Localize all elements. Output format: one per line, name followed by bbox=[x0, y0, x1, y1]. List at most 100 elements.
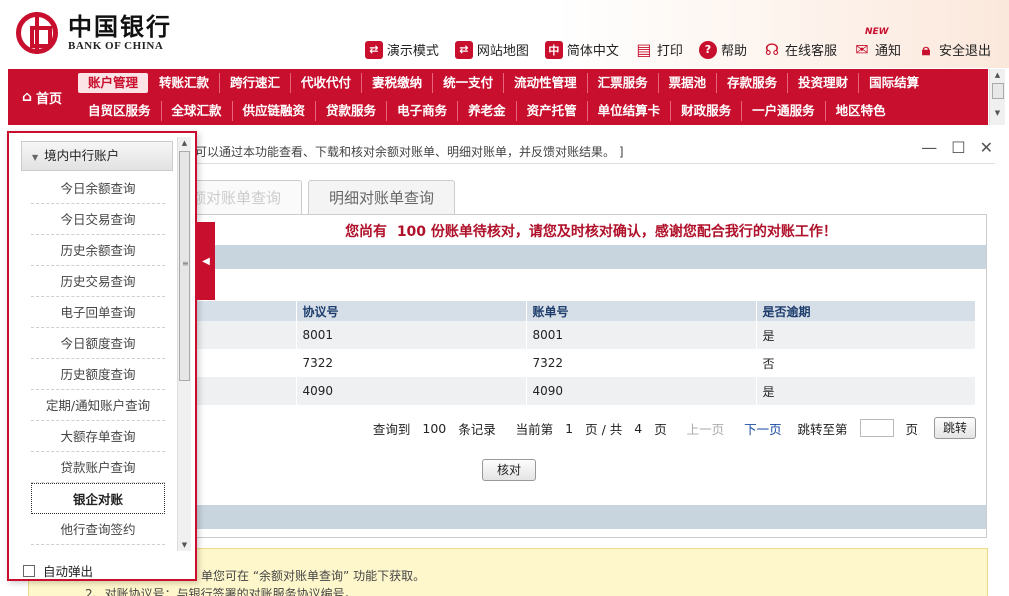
menu-item-bank-enterprise-reconciliation[interactable]: 银企对账 bbox=[31, 483, 165, 514]
record-count: 100 bbox=[422, 420, 447, 436]
menu-item[interactable]: 历史余额查询 bbox=[31, 235, 165, 266]
scroll-thumb[interactable]: ≡ bbox=[179, 151, 190, 381]
menu-item[interactable]: 电子回单查询 bbox=[31, 297, 165, 328]
nav-item[interactable]: 统一支付 bbox=[433, 73, 505, 93]
notice-link[interactable]: NEW ✉ 通知 bbox=[853, 27, 901, 59]
nav-item[interactable]: 跨行速汇 bbox=[220, 73, 292, 93]
info-line: 可以通过本功能查看、下载和核对余额对账单、明细对账单，并反馈对账结果。 ] bbox=[195, 140, 995, 164]
nav-item[interactable]: 供应链融资 bbox=[233, 101, 317, 121]
table-row[interactable]: 7322 7322 否 bbox=[196, 349, 976, 377]
sitemap-link[interactable]: ⇄ 网站地图 bbox=[454, 40, 529, 59]
nav-item[interactable]: 票据池 bbox=[659, 73, 718, 93]
menu-group-domestic[interactable]: ▼ 境内中行账户 bbox=[21, 141, 173, 171]
scroll-down-icon[interactable]: ▼ bbox=[990, 107, 1005, 119]
new-badge: NEW bbox=[864, 27, 889, 37]
print-link[interactable]: ▤ 打印 bbox=[635, 40, 683, 59]
tab-detail-statement[interactable]: 明细对账单查询 bbox=[308, 180, 456, 214]
col-header-bill: 账单号 bbox=[526, 301, 757, 321]
collapse-menu-toggle[interactable]: ◀ bbox=[197, 222, 215, 300]
nav-item[interactable]: 国际结算 bbox=[859, 73, 929, 93]
prev-page-link[interactable]: 上一页 bbox=[687, 419, 725, 438]
nav-item[interactable]: 养老金 bbox=[458, 101, 517, 121]
auto-popup-option[interactable]: 自动弹出 bbox=[23, 561, 93, 580]
headset-icon: ☊ bbox=[764, 40, 780, 59]
maximize-icon[interactable]: ☐ bbox=[951, 138, 965, 157]
help-icon: ? bbox=[698, 40, 717, 59]
menu-item[interactable]: 贷款账户查询 bbox=[31, 452, 165, 483]
auto-popup-checkbox[interactable] bbox=[23, 564, 35, 577]
nav-item[interactable]: 贷款服务 bbox=[316, 101, 388, 121]
scroll-up-icon[interactable]: ▲ bbox=[178, 137, 191, 149]
swap-icon: ⇄ bbox=[364, 40, 383, 59]
nav-item-account-management[interactable]: 账户管理 bbox=[78, 73, 149, 93]
tabs: 余额对账单查询 明细对账单查询 bbox=[155, 180, 461, 214]
demo-mode-link[interactable]: ⇄ 演示模式 bbox=[364, 40, 439, 59]
jump-button[interactable]: 跳转 bbox=[933, 417, 976, 439]
menu-item[interactable]: 历史交易查询 bbox=[31, 266, 165, 297]
nav-item[interactable]: 投资理财 bbox=[788, 73, 860, 93]
nav-item[interactable]: 代收代付 bbox=[291, 73, 363, 93]
logout-link[interactable]: 🔒︎ 安全退出 bbox=[917, 39, 991, 60]
verify-button[interactable]: 核对 bbox=[482, 459, 536, 481]
online-service-link[interactable]: ☊ 在线客服 bbox=[763, 40, 837, 59]
nav-item[interactable]: 财政服务 bbox=[671, 101, 743, 121]
nav-item[interactable]: 汇票服务 bbox=[588, 73, 659, 93]
jump-page-input[interactable] bbox=[859, 419, 894, 437]
pending-notice: 您尚有 100 份账单待核对，请您及时核对确认，感谢您配合我行的对账工作！ bbox=[345, 224, 837, 240]
bank-logo[interactable]: 中国银行 BANK OF CHINA bbox=[16, 12, 172, 54]
main-nav: ⌂ 首页 账户管理 转账汇款 跨行速汇 代收代付 妻税缴纳 统一支付 流动性管理 … bbox=[8, 69, 988, 125]
header: 中国银行 BANK OF CHINA ⇄ 演示模式 ⇄ 网站地图 中简体中文 ▤ 打印… bbox=[0, 0, 1009, 68]
menu-item[interactable]: 今日额度查询 bbox=[31, 328, 165, 359]
menu-scrollbar[interactable]: ▲ ≡ ▼ bbox=[177, 137, 191, 551]
side-popup-menu: ▼ 境内中行账户 今日余额查询 今日交易查询 历史余额查询 历史交易查询 电子回单… bbox=[7, 131, 197, 581]
minimize-icon[interactable]: — bbox=[921, 138, 937, 157]
help-link[interactable]: ? 帮助 bbox=[698, 40, 747, 59]
menu-item[interactable]: 今日交易查询 bbox=[31, 204, 165, 235]
nav-item[interactable]: 存款服务 bbox=[717, 73, 789, 93]
nav-item[interactable]: 资产托管 bbox=[517, 101, 588, 121]
home-icon: ⌂ bbox=[21, 89, 32, 105]
menu-item[interactable]: 今日余额查询 bbox=[31, 173, 165, 204]
col-header-agreement: 协议号 bbox=[296, 301, 527, 321]
scroll-thumb[interactable] bbox=[991, 83, 1004, 99]
nav-item[interactable]: 全球汇款 bbox=[162, 101, 233, 121]
triangle-down-icon: ▼ bbox=[32, 153, 39, 162]
logo-chinese-name: 中国银行 bbox=[68, 12, 172, 41]
menu-item[interactable]: 大额存单查询 bbox=[31, 421, 165, 452]
nav-item[interactable]: 转账汇款 bbox=[149, 73, 221, 93]
nav-item[interactable]: 地区特色 bbox=[826, 101, 896, 121]
hint-line: 单您可在 “余额对账单查询” 功能下获取。 bbox=[201, 569, 426, 583]
nav-item[interactable]: 单位结算卡 bbox=[588, 101, 672, 121]
col-header bbox=[196, 301, 297, 321]
hint-line: 2、对账协议号：与银行签署的对账服务协议编号。 bbox=[85, 587, 357, 596]
menu-item[interactable]: 历史额度查询 bbox=[31, 359, 165, 390]
nav-item[interactable]: 电子商务 bbox=[387, 101, 459, 121]
table-row[interactable]: 4090 4090 是 bbox=[196, 377, 976, 405]
printer-icon: ▤ bbox=[636, 40, 652, 59]
scroll-down-icon[interactable]: ▼ bbox=[178, 539, 191, 551]
menu-item[interactable]: 他行查询签约 bbox=[31, 514, 165, 545]
mail-icon: ✉ bbox=[855, 40, 869, 59]
close-icon[interactable]: ✕ bbox=[980, 138, 993, 157]
nav-item[interactable]: 流动性管理 bbox=[504, 73, 588, 93]
nav-home[interactable]: ⌂ 首页 bbox=[8, 69, 76, 125]
statement-panel: 您尚有 100 份账单待核对，请您及时核对确认，感谢您配合我行的对账工作！ 协议… bbox=[195, 214, 987, 538]
nav-scrollbar[interactable]: ▲ ▼ bbox=[989, 69, 1005, 125]
nav-row-2: 自贸区服务 全球汇款 供应链融资 贷款服务 电子商务 养老金 资产托管 单位结算… bbox=[78, 97, 896, 125]
table-row[interactable]: 8001 8001 是 bbox=[196, 321, 976, 349]
nav-item[interactable]: 妻税缴纳 bbox=[362, 73, 434, 93]
menu-item[interactable]: 定期/通知账户查询 bbox=[31, 390, 165, 421]
menu-list: 今日余额查询 今日交易查询 历史余额查询 历史交易查询 电子回单查询 今日额度查… bbox=[31, 173, 165, 545]
nav-item[interactable]: 一户通服务 bbox=[742, 101, 826, 121]
total-pages: 4 bbox=[634, 420, 643, 436]
language-link[interactable]: 中简体中文 bbox=[544, 40, 619, 59]
scroll-up-icon[interactable]: ▲ bbox=[990, 69, 1005, 81]
boc-logo-icon bbox=[16, 12, 58, 54]
next-page-link[interactable]: 下一页 bbox=[744, 419, 782, 438]
current-page: 1 bbox=[565, 420, 574, 436]
window-controls: — ☐ ✕ bbox=[921, 138, 993, 157]
logo-english-name: BANK OF CHINA bbox=[68, 40, 164, 52]
nav-item[interactable]: 自贸区服务 bbox=[78, 101, 162, 121]
lock-icon: 🔒︎ bbox=[921, 39, 931, 59]
chevron-left-icon: ◀ bbox=[202, 255, 210, 267]
